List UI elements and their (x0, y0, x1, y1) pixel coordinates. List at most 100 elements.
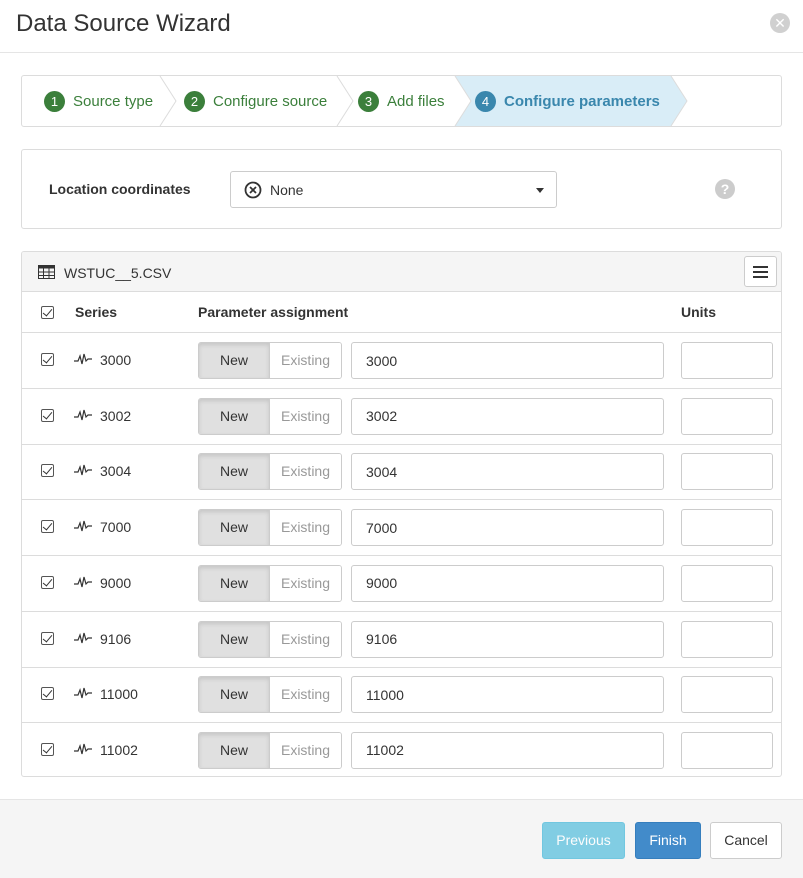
series-line-icon (74, 688, 92, 699)
table-row: 9106 New Existing (22, 612, 781, 668)
series-checkbox[interactable] (41, 408, 54, 422)
previous-button[interactable]: Previous (542, 822, 625, 859)
series-name: 7000 (100, 519, 132, 536)
location-label: Location coordinates (49, 181, 191, 197)
series-line-icon (74, 632, 92, 643)
clear-circle-icon[interactable] (244, 181, 262, 199)
step-separator (454, 76, 472, 126)
step-label: Configure source (213, 92, 328, 110)
parameter-name-input[interactable] (351, 397, 664, 435)
existing-option[interactable]: Existing (270, 398, 341, 434)
step-separator (336, 76, 354, 126)
step-label: Configure parameters (504, 92, 660, 110)
existing-option[interactable]: Existing (270, 565, 341, 601)
existing-option[interactable]: Existing (270, 621, 341, 657)
series-checkbox[interactable] (41, 520, 54, 534)
new-option[interactable]: New (199, 621, 270, 657)
series-name: 3004 (100, 463, 132, 480)
series-checkbox[interactable] (41, 575, 54, 589)
new-option[interactable]: New (199, 732, 270, 768)
series-line-icon (74, 465, 92, 476)
units-input[interactable] (681, 342, 773, 379)
location-panel: Location coordinates None ? (21, 149, 782, 229)
table-row: 3004 New Existing (22, 444, 781, 501)
select-all-checkbox[interactable] (41, 306, 54, 319)
existing-option[interactable]: Existing (270, 677, 341, 713)
menu-button[interactable] (744, 256, 777, 287)
existing-option[interactable]: Existing (270, 454, 341, 490)
units-input[interactable] (681, 731, 773, 769)
parameter-name-input[interactable] (351, 564, 664, 602)
table-row: 11002 New Existing (22, 723, 781, 776)
table-row: 9000 New Existing (22, 556, 781, 612)
parameter-name-input[interactable] (351, 620, 664, 658)
parameter-name-input[interactable] (351, 453, 664, 491)
table-row: 3002 New Existing (22, 389, 781, 445)
cancel-button[interactable]: Cancel (710, 822, 782, 859)
new-option[interactable]: New (199, 454, 270, 490)
new-existing-toggle: New Existing (198, 564, 342, 602)
step-separator (670, 76, 688, 126)
step-label: Source type (73, 92, 154, 110)
units-input[interactable] (681, 620, 773, 658)
new-existing-toggle: New Existing (198, 676, 342, 714)
step-number: 2 (184, 90, 205, 112)
units-input[interactable] (681, 453, 773, 491)
units-input[interactable] (681, 676, 773, 714)
hamburger-icon (753, 276, 768, 278)
table-row: 3000 New Existing (22, 333, 781, 389)
table-header-row (22, 292, 781, 333)
series-checkbox[interactable] (41, 353, 54, 366)
new-option[interactable]: New (199, 565, 270, 601)
series-checkbox[interactable] (41, 687, 54, 701)
finish-button[interactable]: Finish (635, 822, 701, 859)
chevron-down-icon (536, 188, 544, 193)
new-existing-toggle: New Existing (198, 731, 342, 769)
step-configure-source[interactable]: 2 Configure source (184, 76, 327, 126)
series-line-icon (74, 353, 92, 365)
close-icon[interactable]: ✕ (770, 13, 790, 33)
series-checkbox[interactable] (41, 631, 54, 645)
series-line-icon (74, 576, 92, 587)
series-checkbox[interactable] (41, 464, 54, 478)
new-option[interactable]: New (199, 398, 270, 434)
new-option[interactable]: New (199, 677, 270, 713)
step-label: Add files (387, 92, 445, 110)
step-number: 3 (358, 90, 379, 112)
series-name: 11000 (100, 686, 138, 703)
parameter-name-input[interactable] (351, 731, 664, 769)
parameter-name-input[interactable] (351, 676, 664, 714)
new-existing-toggle: New Existing (198, 509, 342, 547)
column-header-units: Units (681, 304, 716, 320)
help-icon[interactable]: ? (715, 179, 735, 199)
existing-option[interactable]: Existing (270, 510, 341, 546)
series-name: 9000 (100, 574, 132, 591)
new-option[interactable]: New (199, 510, 270, 546)
hamburger-icon (753, 266, 768, 268)
new-option[interactable]: New (199, 343, 270, 378)
column-header-series: Series (75, 304, 118, 320)
location-select[interactable]: None (230, 171, 557, 208)
units-input[interactable] (681, 564, 773, 602)
file-name: WSTUC__5.CSV (64, 265, 172, 281)
table-row: 11000 New Existing (22, 667, 781, 724)
step-source-type[interactable]: 1 Source type (44, 76, 153, 126)
location-value: None (270, 182, 304, 198)
parameter-name-input[interactable] (351, 509, 664, 547)
parameter-name-input[interactable] (351, 342, 664, 379)
series-line-icon (74, 409, 92, 420)
units-input[interactable] (681, 509, 773, 547)
dialog-title: Data Source Wizard (16, 10, 231, 37)
step-number: 4 (475, 90, 496, 112)
existing-option[interactable]: Existing (270, 343, 341, 378)
wizard-dialog: Data Source Wizard ✕ 1 Source type 2 Con… (0, 0, 803, 878)
series-name: 3002 (100, 407, 132, 424)
existing-option[interactable]: Existing (270, 732, 341, 768)
step-separator (159, 76, 177, 126)
series-checkbox[interactable] (41, 742, 54, 756)
units-input[interactable] (681, 397, 773, 435)
step-configure-parameters[interactable]: 4 Configure parameters (475, 76, 660, 126)
new-existing-toggle: New Existing (198, 342, 342, 379)
step-add-files[interactable]: 3 Add files (358, 76, 445, 126)
table-row: 7000 New Existing (22, 500, 781, 557)
